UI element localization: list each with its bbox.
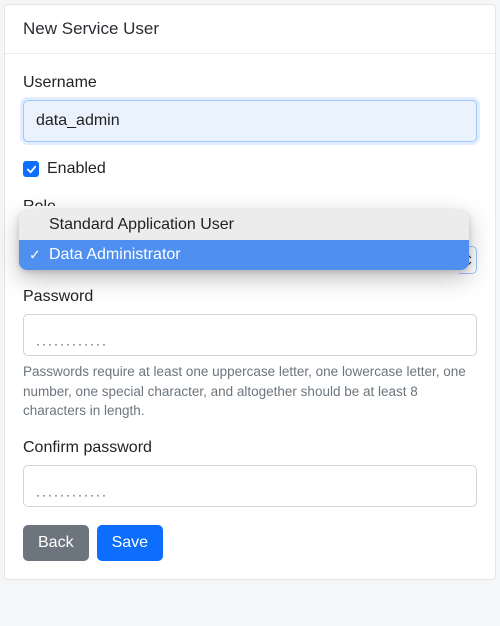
role-option-data-admin[interactable]: ✓ Data Administrator (19, 240, 469, 270)
password-label: Password (23, 288, 477, 306)
confirm-password-label: Confirm password (23, 439, 477, 457)
password-group: Password ············ Passwords require … (23, 288, 477, 421)
confirm-password-group: Confirm password ············ (23, 439, 477, 507)
check-icon (26, 164, 37, 175)
username-group: Username (23, 74, 477, 142)
save-button[interactable]: Save (97, 525, 163, 561)
role-option-label: Data Administrator (49, 246, 181, 263)
password-mask: ············ (36, 337, 108, 351)
role-select-area: Standard Application User ✓ Data Adminis… (23, 214, 477, 274)
role-label: Role (23, 198, 477, 206)
password-input[interactable]: ············ (23, 314, 477, 356)
enabled-label: Enabled (47, 160, 106, 178)
enabled-row: Enabled (23, 160, 477, 178)
button-row: Back Save (23, 525, 477, 561)
page-title: New Service User (23, 19, 159, 38)
role-option-label: Standard Application User (49, 216, 234, 233)
password-help: Passwords require at least one uppercase… (23, 362, 477, 421)
enabled-checkbox[interactable] (23, 161, 39, 177)
card-header: New Service User (5, 5, 495, 54)
back-button[interactable]: Back (23, 525, 89, 561)
username-label: Username (23, 74, 477, 92)
role-option-standard[interactable]: Standard Application User (19, 210, 469, 240)
role-dropdown: Standard Application User ✓ Data Adminis… (19, 210, 469, 270)
confirm-password-input[interactable]: ············ (23, 465, 477, 507)
confirm-password-mask: ············ (36, 488, 108, 502)
username-input[interactable] (23, 100, 477, 142)
check-icon: ✓ (29, 247, 41, 264)
card-body: Username Enabled Role Standard Applic (5, 54, 495, 579)
new-service-user-card: New Service User Username Enabled Role (4, 4, 496, 580)
